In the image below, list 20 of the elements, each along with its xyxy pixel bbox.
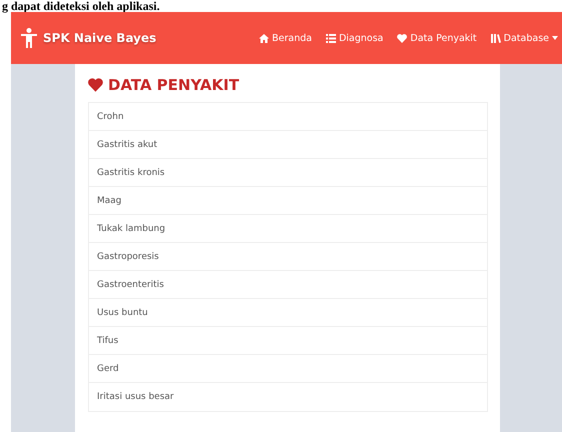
heart-icon [397,34,408,42]
person-icon [21,28,37,48]
heart-icon [88,78,103,92]
list-item[interactable]: Iritasi usus besar [89,383,487,411]
document-text: g dapat dideteksi oleh aplikasi. [1,0,161,12]
list-item[interactable]: Gastritis akut [89,131,487,159]
books-icon [490,34,501,42]
list-item[interactable]: Gastritis kronis [89,159,487,187]
list-item[interactable]: Tifus [89,327,487,355]
home-icon [258,34,269,42]
list-item[interactable]: Maag [89,187,487,215]
list-item[interactable]: Crohn [89,103,487,131]
list-icon [326,34,336,42]
list-item[interactable]: Gerd [89,355,487,383]
list-item[interactable]: Gastroenteritis [89,271,487,299]
caret-icon [552,36,558,40]
list-item[interactable]: Usus buntu [89,299,487,327]
panel-title: DATA PENYAKIT [108,76,240,94]
list-item[interactable]: Gastroporesis [89,243,487,271]
list-item[interactable]: Tukak lambung [89,215,487,243]
